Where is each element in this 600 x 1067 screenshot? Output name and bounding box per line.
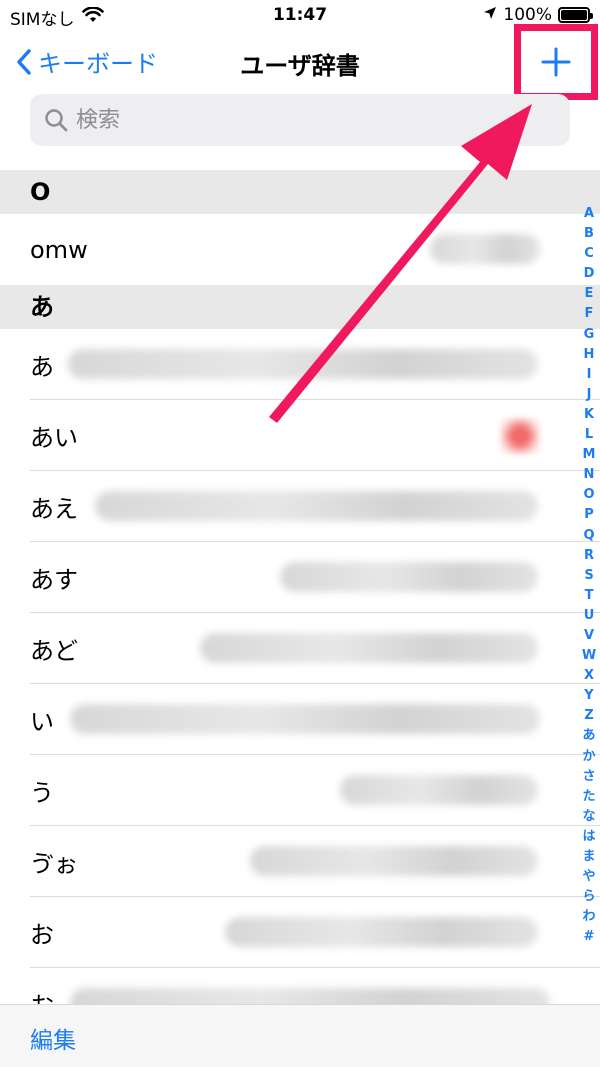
list-item[interactable]: う — [0, 755, 600, 826]
dictionary-list: O omw あ あ あい あえ あす あど い う ゔぉ お — [0, 170, 600, 1039]
status-right: 100% — [483, 5, 593, 25]
blurred-phrase — [95, 491, 538, 521]
index-letter[interactable]: # — [584, 927, 595, 947]
index-letter[interactable]: R — [584, 546, 594, 566]
index-letter[interactable]: わ — [582, 907, 595, 927]
index-letter[interactable]: O — [583, 485, 594, 505]
index-letter[interactable]: あ — [582, 726, 595, 746]
index-letter[interactable]: や — [582, 867, 595, 887]
blurred-phrase — [340, 775, 538, 805]
section-index[interactable]: A B C D E F G H I J K L M N O P Q R S T U V W X Y Z あかさたなはまやらわ # — [578, 204, 600, 947]
add-button[interactable] — [514, 24, 598, 100]
index-letter[interactable]: B — [584, 224, 594, 244]
section-header-a: あ — [0, 285, 600, 329]
index-letter[interactable]: V — [584, 626, 594, 646]
list-item[interactable]: あす — [0, 542, 600, 613]
index-letter[interactable]: C — [584, 244, 594, 264]
battery-icon — [558, 7, 593, 23]
index-letter[interactable]: F — [585, 304, 594, 324]
index-letter[interactable]: か — [582, 747, 595, 767]
search-input[interactable] — [76, 107, 516, 133]
index-letter[interactable]: U — [584, 606, 595, 626]
list-item-reading: omw — [30, 235, 88, 264]
list-item-reading: あえ — [30, 495, 78, 523]
index-letter[interactable]: M — [583, 445, 596, 465]
index-letter[interactable]: L — [585, 425, 593, 445]
blurred-phrase — [280, 562, 538, 592]
list-item[interactable]: あえ — [0, 471, 600, 542]
list-item-reading: あど — [30, 637, 78, 665]
list-item-reading: あ — [30, 353, 54, 381]
plus-icon — [541, 47, 571, 77]
list-item[interactable]: ゔぉ — [0, 826, 600, 897]
list-item-reading: ゔぉ — [30, 850, 78, 878]
index-letter[interactable]: Q — [583, 526, 594, 546]
page-title: ユーザ辞書 — [240, 52, 360, 80]
index-letter[interactable]: J — [587, 385, 592, 405]
index-letter[interactable]: さ — [582, 767, 595, 787]
blurred-phrase — [70, 704, 540, 734]
list-item[interactable]: お — [0, 897, 600, 968]
list-item-reading: い — [30, 708, 54, 736]
index-letter[interactable]: A — [584, 204, 594, 224]
battery-fill — [561, 10, 587, 20]
list-item-reading: あす — [30, 566, 78, 594]
index-letter[interactable]: た — [582, 787, 595, 807]
index-letter[interactable]: X — [584, 666, 594, 686]
list-item-reading: お — [30, 921, 54, 949]
blurred-phrase — [225, 917, 538, 947]
blurred-phrase — [200, 633, 538, 663]
list-item[interactable]: い — [0, 684, 600, 755]
index-letter[interactable]: Z — [584, 706, 593, 726]
index-letter[interactable]: K — [584, 405, 594, 425]
index-letter[interactable]: な — [582, 807, 595, 827]
section-header-o: O — [0, 170, 600, 214]
index-letter[interactable]: E — [585, 284, 594, 304]
index-letter[interactable]: D — [584, 264, 595, 284]
index-letter[interactable]: H — [584, 345, 595, 365]
index-letter[interactable]: ら — [582, 887, 595, 907]
battery-percent: 100% — [503, 5, 552, 25]
blurred-heart-emoji — [500, 418, 540, 454]
index-letter[interactable]: G — [584, 325, 595, 345]
bottom-toolbar: 編集 — [0, 1004, 600, 1067]
edit-button[interactable]: 編集 — [30, 1021, 76, 1055]
index-letter[interactable]: N — [584, 465, 595, 485]
index-letter[interactable]: T — [585, 586, 594, 606]
location-icon — [483, 5, 497, 25]
index-letter[interactable]: Y — [584, 686, 593, 706]
search-icon — [45, 109, 68, 132]
search-bar[interactable] — [30, 94, 570, 146]
list-item[interactable]: omw — [0, 214, 600, 285]
index-letter[interactable]: S — [584, 566, 593, 586]
list-item[interactable]: あ — [0, 329, 600, 400]
index-letter[interactable]: I — [587, 365, 592, 385]
list-item-reading: あい — [30, 424, 78, 452]
index-letter[interactable]: P — [584, 505, 594, 525]
index-letter[interactable]: ま — [582, 847, 595, 867]
list-item[interactable]: あど — [0, 613, 600, 684]
blurred-phrase — [68, 349, 538, 379]
index-letter[interactable]: W — [582, 646, 596, 666]
status-bar: SIMなし 11:47 100% — [0, 0, 600, 32]
blurred-phrase — [430, 234, 540, 264]
index-letter[interactable]: は — [582, 827, 595, 847]
list-item-reading: う — [30, 779, 54, 807]
blurred-phrase — [250, 846, 538, 876]
navigation-bar: キーボード ユーザ辞書 — [0, 34, 600, 90]
